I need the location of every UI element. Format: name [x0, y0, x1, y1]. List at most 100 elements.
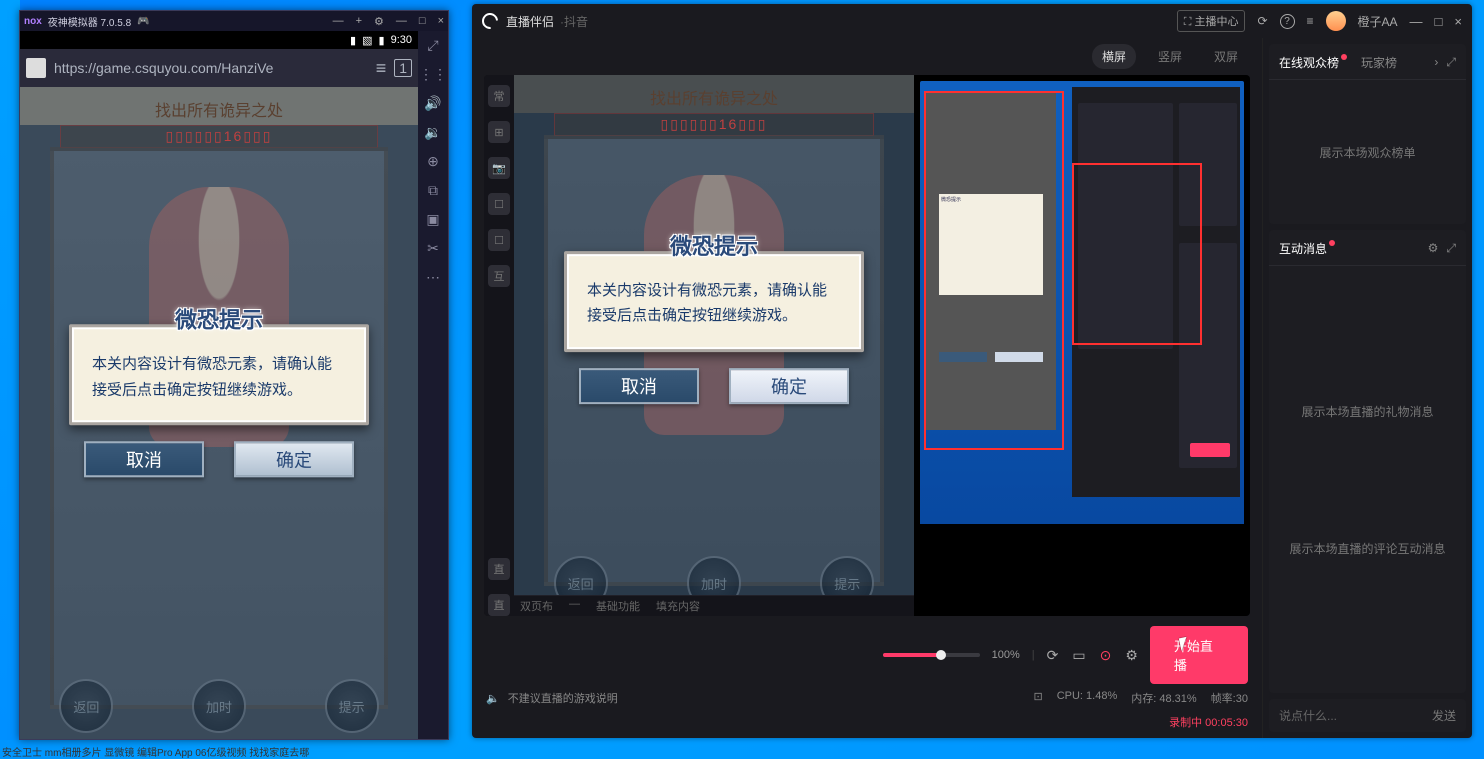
stats-monitor-icon: ⊡ [1033, 690, 1042, 706]
stats: ⊡ CPU: 1.48% 内存: 48.31% 帧率:30 [1033, 690, 1248, 706]
nox-ctrl-5[interactable]: □ [419, 15, 426, 28]
gear-icon[interactable]: ⚙ [1428, 241, 1439, 256]
source-item-0[interactable]: 常 [488, 85, 510, 107]
inner-game-source[interactable]: 找出所有诡异之处 ▯▯▯▯▯▯16▯▯▯ 微恐提示 本关内容设计有微恐元素，请确… [514, 75, 914, 616]
tab-online-viewers[interactable]: 在线观众榜 [1279, 54, 1347, 71]
mini-btns [939, 352, 1043, 362]
close-button[interactable]: × [1454, 14, 1462, 29]
chevron-right-icon[interactable]: › [1434, 55, 1438, 70]
source-item-4[interactable]: ☐ [488, 229, 510, 251]
mini-selection [1072, 163, 1202, 345]
source-item-1[interactable]: ⊞ [488, 121, 510, 143]
side-icon-4[interactable]: ⊕ [427, 153, 439, 170]
minimize-button[interactable]: — [1410, 14, 1423, 29]
time-round-button[interactable]: 加时 [192, 679, 246, 733]
tabs-count-icon[interactable]: 1 [394, 59, 412, 77]
inner-cancel-button[interactable]: 取消 [579, 368, 699, 404]
refresh-icon[interactable]: ⟳ [1257, 14, 1267, 28]
maximize-button[interactable]: □ [1435, 14, 1443, 29]
popout-icon-2[interactable]: ⤢ [1446, 241, 1456, 256]
chat-input[interactable]: 说点什么... 发送 [1269, 699, 1466, 732]
side-icon-5[interactable]: ⧉ [428, 182, 438, 199]
screen-capture-source[interactable]: 微恐提示 [914, 75, 1250, 616]
popout-icon[interactable]: ⤢ [1446, 55, 1456, 70]
inner-popup-title: 微恐提示 [670, 229, 758, 261]
inner-game-subtitle: ▯▯▯▯▯▯16▯▯▯ [554, 113, 874, 136]
mini-start-btn [1190, 443, 1230, 457]
ctrl-icon-1[interactable]: ▭ [1072, 647, 1085, 664]
inner-popup: 微恐提示 本关内容设计有微恐元素，请确认能接受后点击确定按钮继续游戏。 取消 确… [564, 251, 864, 404]
tab-dual[interactable]: 双屏 [1204, 44, 1248, 69]
start-stream-button[interactable]: 开始直播 [1150, 626, 1248, 684]
cancel-button[interactable]: 取消 [84, 441, 204, 477]
status-time: 9:30 [391, 34, 412, 46]
hint-text[interactable]: 不建议直播的游戏说明 [508, 690, 618, 706]
inner-confirm-button[interactable]: 确定 [729, 368, 849, 404]
send-button[interactable]: 发送 [1432, 707, 1456, 724]
nox-titlebar[interactable]: nox 夜神模拟器 7.0.5.8 🎮 — + ⚙ — □ × [20, 11, 448, 31]
status-row: 🔈 不建议直播的游戏说明 ⊡ CPU: 1.48% 内存: 48.31% 帧率:… [472, 684, 1262, 714]
popup-title: 微恐提示 [175, 302, 263, 334]
inner-tab-3[interactable]: 填充内容 [656, 598, 700, 614]
side-icon-8[interactable]: ⋯ [426, 269, 440, 286]
inner-tab-0[interactable]: 双页布 [520, 598, 553, 614]
mini-popup: 微恐提示 [939, 194, 1043, 295]
source-item-6[interactable]: 直 [488, 558, 510, 580]
user-avatar[interactable] [1326, 11, 1346, 31]
nox-ctrl-2[interactable]: + [356, 15, 362, 28]
game-banner: 找出所有诡异之处 [20, 87, 418, 125]
menu-icon[interactable]: ≡ [1307, 14, 1314, 28]
side-icon-0[interactable]: ⤢ [427, 37, 438, 54]
tab-landscape[interactable]: 横屏 [1092, 44, 1136, 69]
tab-players[interactable]: 玩家榜 [1361, 54, 1397, 71]
side-icon-6[interactable]: ▣ [426, 211, 439, 228]
ctrl-icon-2[interactable]: ⊙ [1100, 647, 1112, 664]
messages-body: 展示本场直播的礼物消息 展示本场直播的评论互动消息 [1269, 266, 1466, 693]
side-icon-1[interactable]: ⋮⋮ [419, 66, 447, 83]
mini-desktop: 微恐提示 [920, 81, 1244, 536]
stream-titlebar[interactable]: 直播伴侣 ·抖音 ⛶ 主播中心 ⟳ ? ≡ 橙子AA — □ × [472, 4, 1472, 38]
browser-urlbar[interactable]: https://game.csquyou.com/HanziVe ≡ 1 [20, 49, 418, 87]
source-item-2[interactable]: 📷 [488, 157, 510, 179]
inner-game-banner: 找出所有诡异之处 [514, 75, 914, 113]
confirm-button[interactable]: 确定 [234, 441, 354, 477]
back-round-button[interactable]: 返回 [59, 679, 113, 733]
inner-tab-2[interactable]: 基础功能 [596, 598, 640, 614]
android-statusbar: ▮ ▧ ▮ 9:30 [20, 31, 418, 49]
help-icon[interactable]: ? [1280, 14, 1295, 29]
stream-logo-icon [479, 10, 502, 33]
source-item-5[interactable]: 互 [488, 265, 510, 287]
side-icon-7[interactable]: ✂ [427, 240, 439, 257]
game-viewport-nox: 找出所有诡异之处 ▯▯▯▯▯▯16▯▯▯ 微恐提示 本关内容设计有微恐元素，请确… [20, 87, 418, 739]
hint-round-button[interactable]: 提示 [325, 679, 379, 733]
preview-canvas[interactable]: 常 ⊞ 📷 ☐ ☐ 互 直 直 找出所有诡异之处 ▯▯▯▯▯▯16▯▯▯ [484, 75, 1250, 616]
nox-ctrl-4[interactable]: — [396, 15, 407, 28]
source-item-7[interactable]: 直 [488, 594, 510, 616]
zoom-value: 100% [992, 649, 1020, 661]
start-stream-label: 开始直播 [1174, 639, 1213, 673]
tab-portrait[interactable]: 竖屏 [1148, 44, 1192, 69]
recording-row: 录制中 00:05:30 [472, 714, 1262, 738]
windows-taskbar-labels: 安全卫士 mm相册多片 显微镜 编辑Pro App 06亿级视频 找找家庭去哪 [2, 744, 309, 759]
chat-placeholder: 说点什么... [1279, 707, 1337, 724]
gamepad-icon: 🎮 [137, 16, 149, 27]
nox-ctrl-3[interactable]: ⚙ [374, 15, 384, 28]
inner-tab-1[interactable]: — [569, 598, 580, 614]
source-item-3[interactable]: ☐ [488, 193, 510, 215]
source-strip: 常 ⊞ 📷 ☐ ☐ 互 直 直 [484, 75, 514, 616]
nox-ctrl-1[interactable]: — [333, 15, 344, 28]
gifts-placeholder: 展示本场直播的礼物消息 [1301, 403, 1433, 420]
battery-icon: ▮ [379, 34, 385, 47]
ctrl-icon-0[interactable]: ⟳ [1047, 647, 1059, 664]
nox-ctrl-6[interactable]: × [438, 15, 444, 28]
ctrl-icon-3[interactable]: ⚙ [1125, 647, 1138, 664]
side-icon-3[interactable]: 🔉 [424, 124, 441, 141]
speaker-icon[interactable]: 🔈 [486, 692, 500, 705]
nox-title-text: 夜神模拟器 7.0.5.8 [48, 14, 131, 29]
recording-indicator: 录制中 00:05:30 [1169, 714, 1248, 730]
side-icon-2[interactable]: 🔊 [424, 95, 441, 112]
viewers-header: 在线观众榜 玩家榜 › ⤢ [1269, 44, 1466, 80]
zoom-slider[interactable] [883, 653, 979, 657]
anchor-center-link[interactable]: ⛶ 主播中心 [1177, 10, 1246, 32]
hamburger-icon[interactable]: ≡ [376, 58, 387, 79]
